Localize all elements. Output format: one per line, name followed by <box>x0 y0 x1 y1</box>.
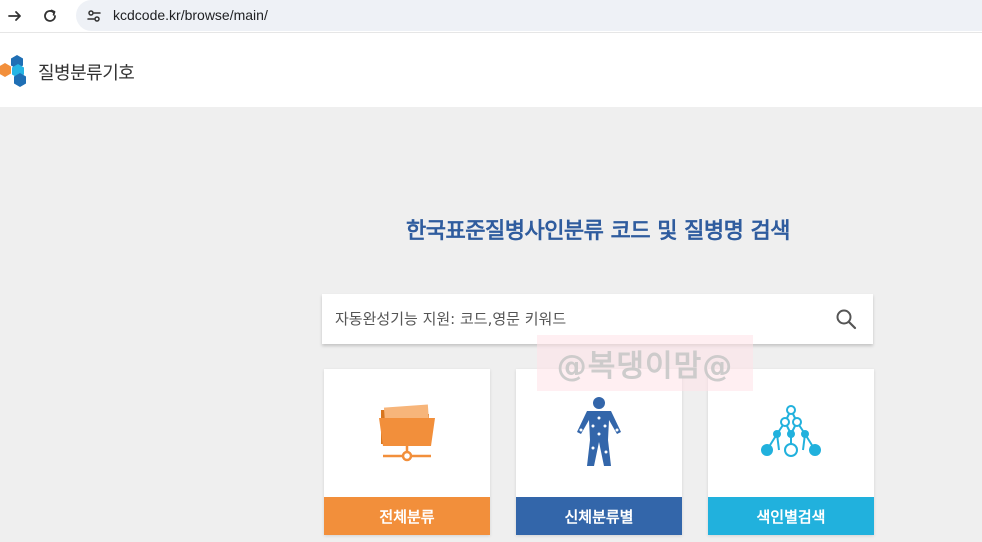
category-card-body[interactable]: 신체분류별 <box>516 369 682 535</box>
reload-button[interactable] <box>38 4 62 28</box>
main-content: 한국표준질병사인분류 코드 및 질병명 검색 전체분류 <box>0 107 982 542</box>
category-card-label: 색인별검색 <box>708 497 874 535</box>
search-button[interactable] <box>833 306 859 332</box>
address-bar[interactable]: kcdcode.kr/browse/main/ <box>76 0 982 31</box>
category-card-label: 전체분류 <box>324 497 490 535</box>
tune-icon <box>87 10 101 22</box>
forward-button[interactable] <box>3 4 27 28</box>
category-card-index[interactable]: 색인별검색 <box>708 369 874 535</box>
site-logo[interactable] <box>0 53 40 93</box>
category-card-all[interactable]: 전체분류 <box>324 369 490 535</box>
category-card-label: 신체분류별 <box>516 497 682 535</box>
site-settings-button[interactable] <box>82 4 106 28</box>
search-icon <box>836 309 857 330</box>
human-body-icon <box>577 397 621 466</box>
page-title: 한국표준질병사인분류 코드 및 질병명 검색 <box>406 219 790 244</box>
watermark: @복댕이맘@ <box>537 335 753 391</box>
browser-toolbar: kcdcode.kr/browse/main/ <box>0 0 982 33</box>
url-text: kcdcode.kr/browse/main/ <box>113 7 268 23</box>
tree-nodes-icon <box>761 405 821 457</box>
folder-network-icon <box>379 404 435 462</box>
logo-text[interactable]: 질병분류기호 <box>38 59 135 85</box>
reload-icon <box>44 9 56 22</box>
hexagon-logo-icon <box>0 55 26 87</box>
arrow-right-icon <box>8 11 21 21</box>
site-header: 질병분류기호 <box>0 39 982 107</box>
